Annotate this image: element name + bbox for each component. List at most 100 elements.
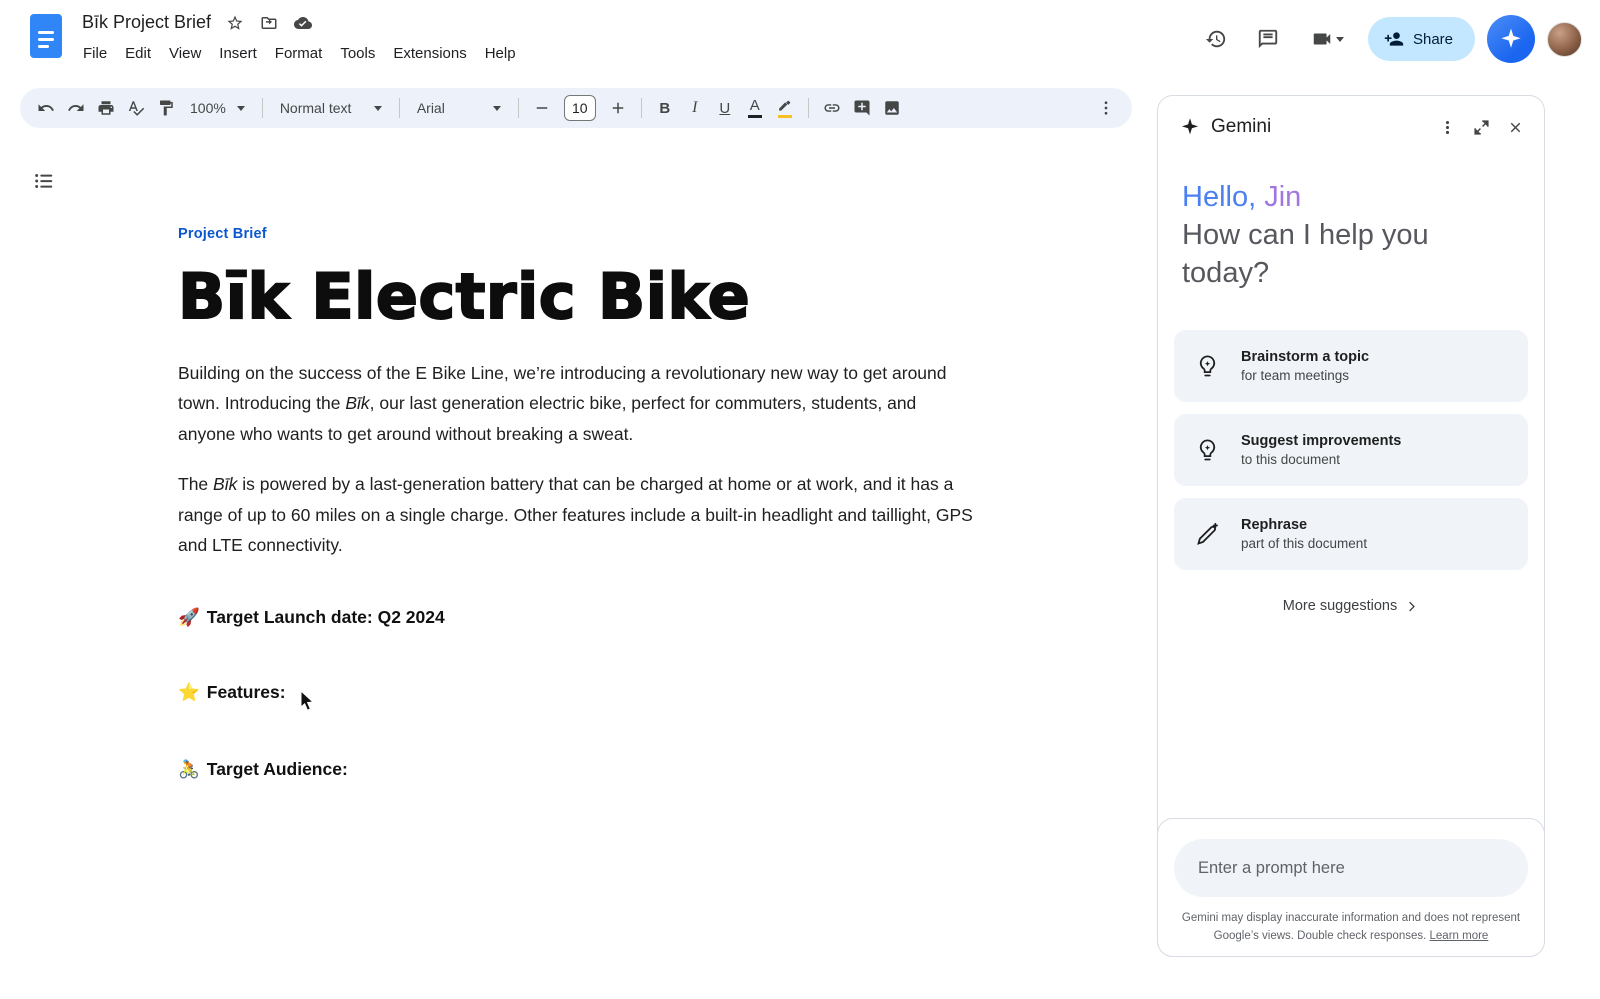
underline-button[interactable]: U (711, 94, 739, 122)
card-subtitle: to this document (1241, 452, 1401, 467)
spellcheck-button[interactable] (122, 94, 150, 122)
paragraph-style-select[interactable]: Normal text (272, 94, 390, 122)
italic-button[interactable]: I (681, 94, 709, 122)
rocket-emoji-icon: 🚀 (178, 607, 200, 627)
suggestion-card-rephrase[interactable]: Rephrase part of this document (1174, 498, 1528, 570)
app-window: Bīk Project Brief File Edit View Insert … (0, 0, 1600, 999)
paragraph-2: The Bīk is powered by a last-generation … (178, 469, 978, 561)
card-title: Suggest improvements (1241, 433, 1401, 449)
card-subtitle: part of this document (1241, 536, 1367, 551)
gemini-suggestion-cards: Brainstorm a topic for team meetings Sug… (1158, 330, 1544, 570)
toolbar-divider (399, 98, 400, 118)
rephrase-pen-icon (1194, 521, 1221, 548)
document-heading: Bīk Electric Bike (178, 264, 978, 331)
comments-icon[interactable] (1248, 19, 1288, 59)
person-add-icon (1384, 29, 1404, 49)
zoom-value: 100% (190, 100, 226, 116)
gemini-disclaimer: Gemini may display inaccurate informatio… (1174, 910, 1528, 946)
share-button-label: Share (1413, 31, 1453, 48)
document-kicker: Project Brief (178, 226, 978, 242)
greeting-hello: Hello, (1182, 181, 1256, 213)
star-icon[interactable] (225, 13, 245, 33)
lightbulb-spark-icon (1194, 353, 1221, 380)
undo-button[interactable] (32, 94, 60, 122)
chevron-down-icon (374, 106, 382, 111)
document-page[interactable]: Project Brief Bīk Electric Bike Building… (0, 130, 1140, 999)
document-title-row: Bīk Project Brief (82, 12, 313, 33)
learn-more-link[interactable]: Learn more (1430, 930, 1489, 942)
menu-extensions[interactable]: Extensions (384, 40, 475, 67)
prompt-input-wrapper[interactable] (1174, 839, 1528, 897)
toolbar-divider (641, 98, 642, 118)
card-subtitle: for team meetings (1241, 368, 1369, 383)
version-history-icon[interactable] (1196, 19, 1236, 59)
menu-format[interactable]: Format (266, 40, 332, 67)
docs-logo-icon[interactable] (27, 13, 65, 63)
redo-button[interactable] (62, 94, 90, 122)
toolbar-more-button[interactable] (1092, 94, 1120, 122)
font-size-increase-button[interactable] (604, 94, 632, 122)
menu-file[interactable]: File (74, 40, 116, 67)
gemini-panel-title: Gemini (1211, 116, 1271, 138)
chevron-down-icon (493, 106, 501, 111)
user-avatar[interactable] (1547, 22, 1582, 57)
gemini-greeting: Hello, Jin How can I help you today? (1158, 178, 1544, 292)
text-color-button[interactable]: A (741, 94, 769, 122)
prompt-input[interactable] (1198, 859, 1504, 878)
font-family-select[interactable]: Arial (409, 94, 509, 122)
suggestion-card-improve[interactable]: Suggest improvements to this document (1174, 414, 1528, 486)
menu-edit[interactable]: Edit (116, 40, 160, 67)
zoom-select[interactable]: 100% (182, 94, 253, 122)
meet-video-icon[interactable] (1300, 19, 1356, 59)
menu-tools[interactable]: Tools (331, 40, 384, 67)
greeting-question: How can I help you today? (1182, 216, 1520, 292)
highlight-color-button[interactable] (771, 94, 799, 122)
mouse-cursor (300, 690, 320, 712)
menu-bar: File Edit View Insert Format Tools Exten… (74, 40, 525, 67)
menu-insert[interactable]: Insert (210, 40, 266, 67)
panel-more-options-button[interactable] (1432, 112, 1462, 142)
chevron-right-icon (1404, 599, 1419, 614)
greeting-name: Jin (1264, 181, 1301, 213)
gemini-prompt-section: Gemini may display inaccurate informatio… (1157, 818, 1545, 957)
toolbar-divider (518, 98, 519, 118)
panel-expand-button[interactable] (1466, 112, 1496, 142)
suggestion-card-brainstorm[interactable]: Brainstorm a topic for team meetings (1174, 330, 1528, 402)
star-emoji-icon: ⭐ (178, 682, 200, 702)
insert-image-button[interactable] (878, 94, 906, 122)
print-button[interactable] (92, 94, 120, 122)
font-size-input[interactable]: 10 (564, 95, 596, 121)
cloud-status-icon[interactable] (293, 13, 313, 33)
more-suggestions-label: More suggestions (1283, 598, 1397, 614)
panel-close-button[interactable] (1500, 112, 1530, 142)
more-suggestions-link[interactable]: More suggestions (1158, 598, 1544, 614)
bold-button[interactable]: B (651, 94, 679, 122)
chevron-down-icon (237, 106, 245, 111)
gemini-star-icon (1499, 27, 1523, 51)
target-audience-heading: 🚴Target Audience: (178, 759, 978, 780)
document-title[interactable]: Bīk Project Brief (82, 12, 211, 33)
chevron-down-icon (1336, 37, 1344, 42)
paragraph-style-value: Normal text (280, 100, 352, 116)
card-title: Brainstorm a topic (1241, 349, 1369, 365)
font-family-value: Arial (417, 100, 445, 116)
text-color-icon: A (748, 98, 762, 118)
gemini-spark-button[interactable] (1487, 15, 1535, 63)
share-button[interactable]: Share (1368, 17, 1475, 61)
gemini-panel: Gemini Hello, Jin How can I help you tod… (1157, 95, 1545, 957)
move-folder-icon[interactable] (259, 13, 279, 33)
menu-help[interactable]: Help (476, 40, 525, 67)
add-comment-button[interactable] (848, 94, 876, 122)
menu-view[interactable]: View (160, 40, 210, 67)
toolbar-divider (808, 98, 809, 118)
highlighter-icon (778, 99, 792, 118)
launch-date-heading: 🚀Target Launch date: Q2 2024 (178, 607, 978, 628)
editing-toolbar: 100% Normal text Arial 10 B I U A (20, 88, 1132, 128)
card-title: Rephrase (1241, 517, 1367, 533)
cyclist-emoji-icon: 🚴 (178, 759, 200, 779)
gemini-header: Gemini (1158, 96, 1544, 142)
features-heading: ⭐Features: (178, 682, 978, 703)
paint-format-button[interactable] (152, 94, 180, 122)
font-size-decrease-button[interactable] (528, 94, 556, 122)
insert-link-button[interactable] (818, 94, 846, 122)
